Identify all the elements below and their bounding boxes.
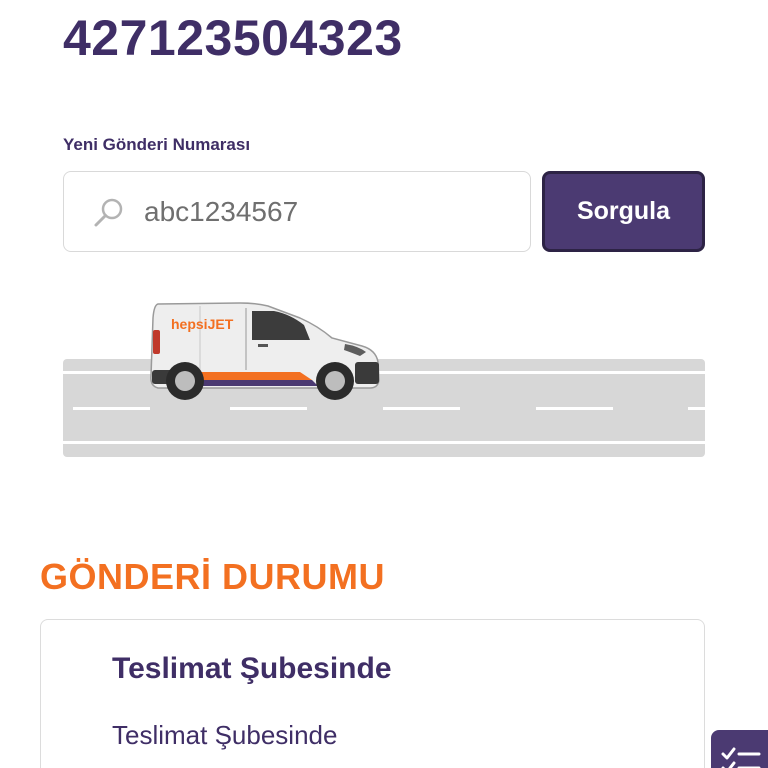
road-stripe (73, 407, 150, 410)
status-title: Teslimat Şubesinde (112, 652, 392, 685)
delivery-van-illustration: hepsiJET (63, 302, 705, 457)
tracking-page: 427123504323 Yeni Gönderi Numarası abc12… (0, 0, 768, 768)
search-input-value[interactable]: abc1234567 (144, 194, 298, 230)
road-stripe (383, 407, 460, 410)
road-stripe (688, 407, 705, 410)
new-shipment-number-label: Yeni Gönderi Numarası (63, 135, 251, 154)
status-description: Teslimat Şubesinde (112, 720, 338, 750)
road-stripe (230, 407, 307, 410)
van-window (252, 311, 310, 340)
shipment-number-input[interactable]: abc1234567 (63, 171, 531, 252)
status-card: Teslimat Şubesinde Teslimat Şubesinde (40, 619, 705, 768)
search-icon (94, 198, 123, 227)
shipment-status-heading: GÖNDERİ DURUMU (40, 556, 385, 597)
road-edge-bottom (63, 441, 705, 444)
road-stripe (536, 407, 613, 410)
checklist-icon (721, 747, 761, 768)
checklist-fab-button[interactable] (711, 730, 768, 768)
van-logo: hepsiJET (171, 316, 234, 332)
tracking-number-heading: 427123504323 (63, 10, 403, 66)
van: hepsiJET (150, 302, 380, 400)
query-button[interactable]: Sorgula (542, 171, 705, 252)
